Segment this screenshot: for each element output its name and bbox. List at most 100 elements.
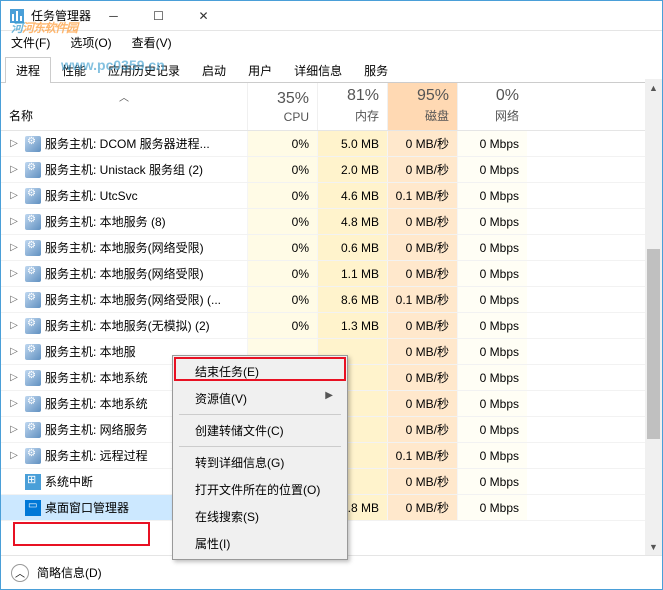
col-disk[interactable]: 95%磁盘 [387,83,457,130]
process-name: 服务主机: 本地服务(无模拟) (2) [45,317,210,334]
disk-cell: 0 MB/秒 [387,157,457,182]
net-cell: 0 Mbps [457,235,527,260]
disk-cell: 0.1 MB/秒 [387,183,457,208]
scroll-down-icon[interactable]: ▼ [645,538,662,555]
net-cell: 0 Mbps [457,261,527,286]
process-icon [25,214,41,230]
process-row[interactable]: ▷服务主机: 本地服务(网络受限)0%0.6 MB0 MB/秒0 Mbps [1,235,662,261]
cm-end-task[interactable]: 结束任务(E) [175,358,345,385]
mem-cell: 8.6 MB [317,287,387,312]
tab-details[interactable]: 详细信息 [283,57,353,83]
process-name-cell: ▷ 服务主机: 本地服务 (8) [1,209,247,234]
expand-icon[interactable]: ▷ [7,424,21,435]
process-name: 服务主机: 本地服务 (8) [45,213,166,230]
expand-icon[interactable]: ▷ [7,268,21,279]
scroll-up-icon[interactable]: ▲ [645,79,662,96]
col-memory[interactable]: 81%内存 [317,83,387,130]
scrollbar[interactable]: ▲ ▼ [645,79,662,555]
disk-cell: 0 MB/秒 [387,131,457,156]
menu-options[interactable]: 选项(O) [66,32,115,53]
tab-services[interactable]: 服务 [353,57,399,83]
collapse-icon[interactable]: ︿ [11,564,29,582]
tab-processes[interactable]: 进程 [5,57,51,83]
process-name: 服务主机: 本地服务(网络受限) [45,239,204,256]
cm-details[interactable]: 转到详细信息(G) [175,449,345,476]
footer: ︿ 简略信息(D) [1,555,662,589]
net-cell: 0 Mbps [457,469,527,494]
process-row[interactable]: ▷服务主机: 本地服务(网络受限) (...0%8.6 MB0.1 MB/秒0 … [1,287,662,313]
cm-search[interactable]: 在线搜索(S) [175,503,345,530]
process-icon [25,318,41,334]
mem-cell: 0.6 MB [317,235,387,260]
process-icon [25,474,41,490]
close-button[interactable]: ✕ [181,1,226,30]
expand-icon[interactable]: ▷ [7,450,21,461]
net-cell: 0 Mbps [457,131,527,156]
process-name-cell: ▷服务主机: Unistack 服务组 (2) [1,157,247,182]
maximize-button[interactable]: ☐ [136,1,181,30]
expand-icon[interactable]: ▷ [7,138,21,149]
process-name-cell: ▷ 服务主机: 本地服务(无模拟) (2) [1,313,247,338]
expand-icon[interactable]: ▷ [7,216,21,227]
mem-cell: 4.8 MB [317,209,387,234]
cm-properties[interactable]: 属性(I) [175,530,345,557]
cm-dump[interactable]: 创建转储文件(C) [175,417,345,444]
cm-resource[interactable]: 资源值(V)▶ [175,385,345,412]
expand-icon[interactable]: ▷ [7,242,21,253]
scroll-thumb[interactable] [647,249,660,439]
tab-performance[interactable]: 性能 [51,57,97,83]
process-name: 服务主机: DCOM 服务器进程... [45,135,210,152]
expand-icon[interactable]: ▷ [7,398,21,409]
process-row[interactable]: ▷服务主机: 本地服务(无模拟) (2)0%1.3 MB0 MB/秒0 Mbps [1,313,662,339]
net-cell: 0 Mbps [457,183,527,208]
process-row[interactable]: ▷服务主机: Unistack 服务组 (2)0%2.0 MB0 MB/秒0 M… [1,157,662,183]
net-cell: 0 Mbps [457,391,527,416]
process-icon [25,136,41,152]
col-network[interactable]: 0%网络 [457,83,527,130]
process-name: 服务主机: 网络服务 [45,421,148,438]
process-icon [25,292,41,308]
expand-icon[interactable]: ▷ [7,164,21,175]
highlight-box [13,522,150,546]
expand-icon[interactable]: ▷ [7,190,21,201]
fewer-details[interactable]: 简略信息(D) [37,564,102,581]
process-row[interactable]: ▷服务主机: UtcSvc0%4.6 MB0.1 MB/秒0 Mbps [1,183,662,209]
expand-icon[interactable]: ▷ [7,294,21,305]
process-row[interactable]: ▷服务主机: 本地服务 (8)0%4.8 MB0 MB/秒0 Mbps [1,209,662,235]
process-icon [25,370,41,386]
col-name[interactable]: ︿ 名称 [1,83,247,130]
mem-cell: 4.6 MB [317,183,387,208]
expand-icon[interactable]: ▷ [7,346,21,357]
tab-users[interactable]: 用户 [237,57,283,83]
cpu-cell: 0% [247,209,317,234]
net-cell: 0 Mbps [457,287,527,312]
net-cell: 0 Mbps [457,495,527,520]
disk-cell: 0 MB/秒 [387,365,457,390]
net-cell: 0 Mbps [457,443,527,468]
menu-view[interactable]: 查看(V) [128,32,176,53]
process-row[interactable]: ▷服务主机: 本地服务(网络受限)0%1.1 MB0 MB/秒0 Mbps [1,261,662,287]
expand-icon[interactable]: ▷ [7,372,21,383]
process-icon [25,396,41,412]
tabs: 进程 性能 应用历史记录 启动 用户 详细信息 服务 [1,53,662,83]
cpu-cell: 0% [247,183,317,208]
minimize-button[interactable]: ─ [91,1,136,30]
process-icon [25,500,41,516]
cm-separator [179,414,341,415]
process-icon [25,188,41,204]
disk-cell: 0.1 MB/秒 [387,443,457,468]
context-menu: 结束任务(E) 资源值(V)▶ 创建转储文件(C) 转到详细信息(G) 打开文件… [172,355,348,560]
cpu-cell: 0% [247,131,317,156]
disk-cell: 0 MB/秒 [387,261,457,286]
process-icon [25,266,41,282]
process-name: 系统中断 [45,473,93,490]
tab-history[interactable]: 应用历史记录 [97,57,191,83]
cm-open-location[interactable]: 打开文件所在的位置(O) [175,476,345,503]
menu-file[interactable]: 文件(F) [7,32,54,53]
process-icon [25,344,41,360]
col-cpu[interactable]: 35%CPU [247,83,317,130]
expand-icon[interactable]: ▷ [7,320,21,331]
process-row[interactable]: ▷服务主机: DCOM 服务器进程...0%5.0 MB0 MB/秒0 Mbps [1,131,662,157]
tab-startup[interactable]: 启动 [191,57,237,83]
disk-cell: 0 MB/秒 [387,495,457,520]
